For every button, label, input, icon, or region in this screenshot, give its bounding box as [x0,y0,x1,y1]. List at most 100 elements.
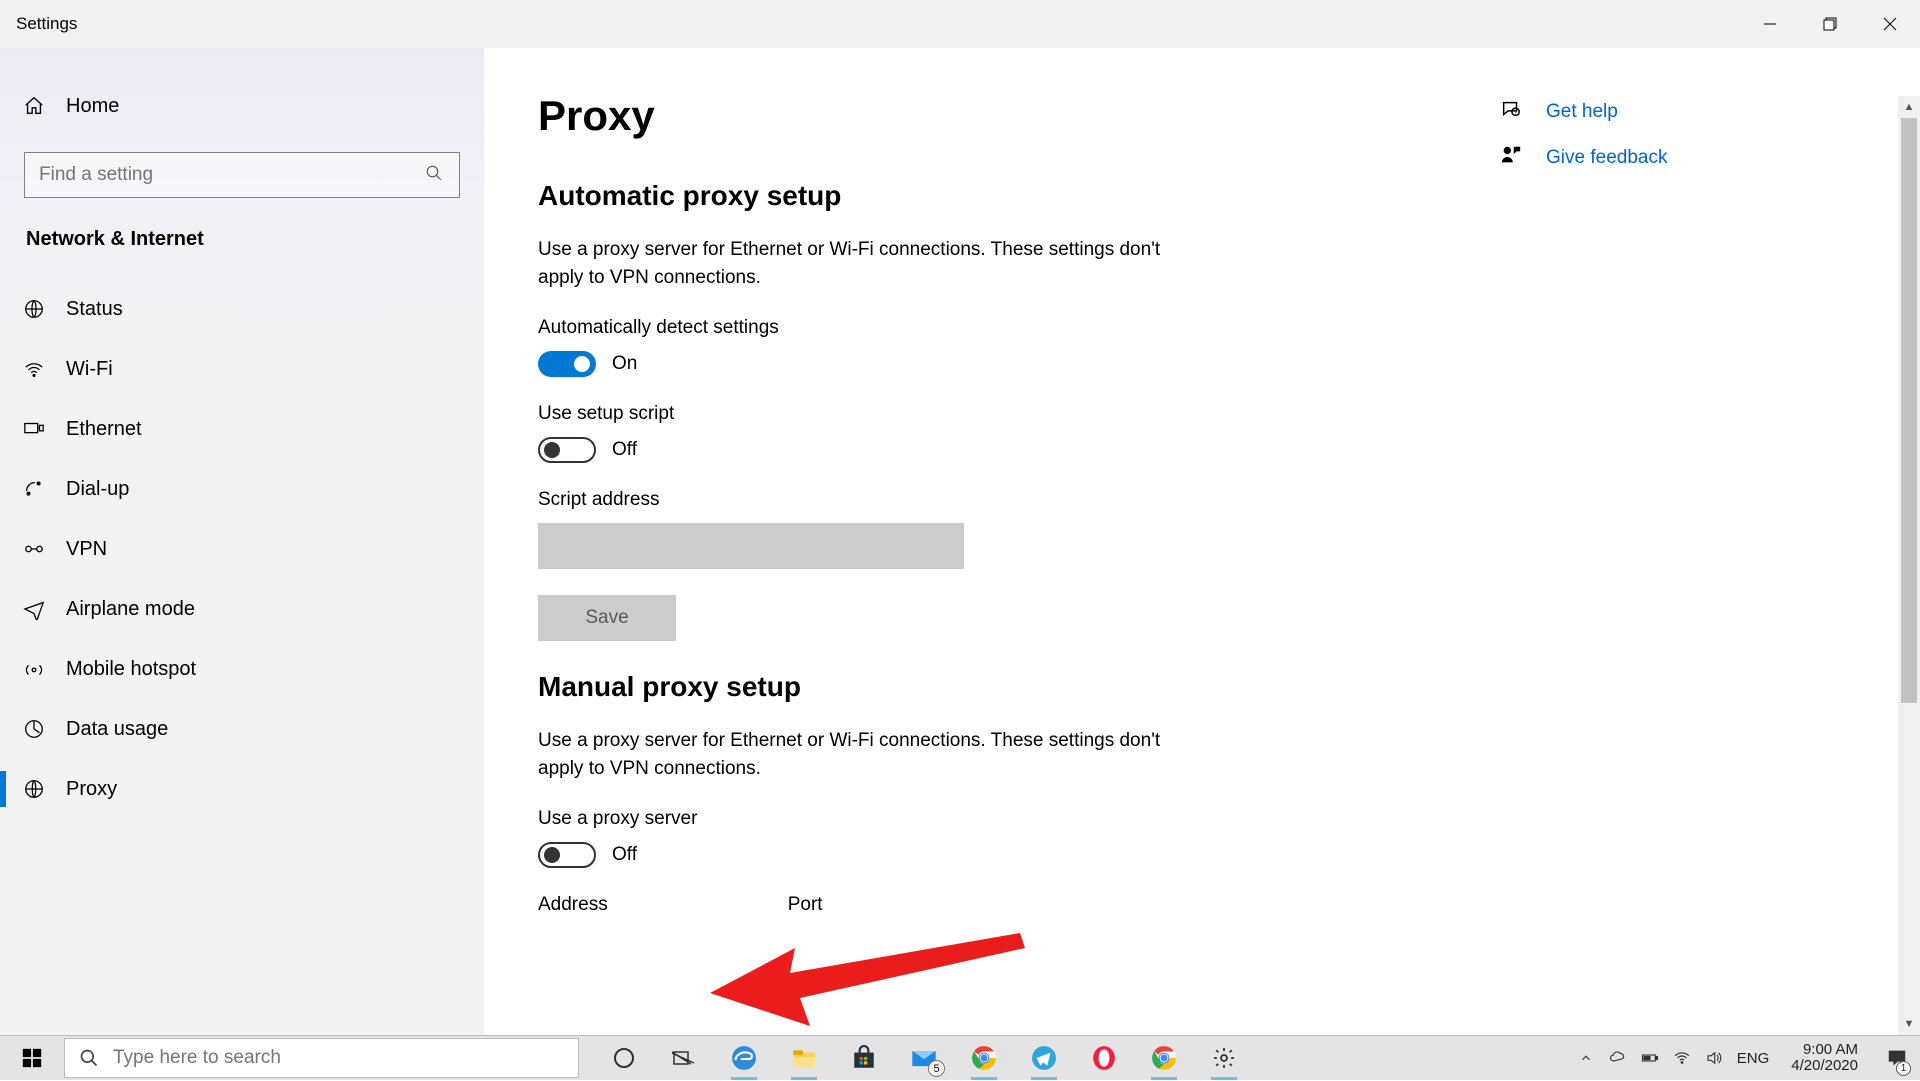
scroll-up-arrow[interactable]: ▲ [1898,96,1920,118]
mail-icon[interactable]: 5 [909,1043,939,1073]
get-help-link[interactable]: ? Get help [1500,98,1920,126]
opera-icon[interactable] [1089,1043,1119,1073]
file-explorer-icon[interactable] [789,1043,819,1073]
clock-date: 4/20/2020 [1791,1058,1858,1075]
clock-time: 9:00 AM [1791,1042,1858,1059]
mail-badge: 5 [928,1060,945,1077]
start-button[interactable] [0,1036,64,1080]
use-script-label: Use setup script [538,403,1440,425]
wifi-icon [22,358,46,380]
proxy-icon [22,778,46,800]
titlebar: Settings [0,0,1920,48]
feedback-icon [1500,144,1524,172]
search-icon [425,164,445,187]
system-tray: ENG 9:00 AM 4/20/2020 1 [1563,1036,1920,1080]
use-proxy-toggle[interactable] [538,842,596,868]
sidebar-item-label: Ethernet [66,418,142,441]
taskbar: 5 ENG 9:00 AM 4/20/2020 1 [0,1035,1920,1080]
chrome2-icon[interactable] [1149,1043,1179,1073]
action-center-icon[interactable]: 1 [1880,1036,1914,1081]
scroll-down-arrow[interactable]: ▼ [1898,1013,1920,1035]
sidebar-item-vpn[interactable]: VPN [22,519,484,579]
use-script-state: Off [612,439,637,461]
give-feedback-link[interactable]: Give feedback [1500,144,1920,172]
vpn-icon [22,538,46,560]
manual-section-desc: Use a proxy server for Ethernet or Wi-Fi… [538,727,1178,782]
sidebar-item-label: Mobile hotspot [66,658,196,681]
sidebar-item-ethernet[interactable]: Ethernet [22,399,484,459]
save-button[interactable]: Save [538,595,676,641]
home-icon [22,95,46,117]
auto-section-title: Automatic proxy setup [538,180,1440,212]
settings-window: Settings Home Network & Internet Status [0,0,1920,1035]
sidebar-item-label: VPN [66,538,107,561]
minimize-button[interactable] [1740,0,1800,48]
manual-section-title: Manual proxy setup [538,671,1440,703]
notification-badge: 1 [1896,1061,1911,1076]
sidebar-item-label: Status [66,298,123,321]
page-title: Proxy [538,92,1440,140]
onedrive-icon[interactable] [1609,1049,1627,1067]
sidebar-item-label: Proxy [66,778,117,801]
sidebar-item-label: Airplane mode [66,598,195,621]
sidebar: Home Network & Internet Status Wi-Fi Eth… [0,48,484,1035]
sidebar-item-datausage[interactable]: Data usage [22,699,484,759]
auto-detect-toggle[interactable] [538,351,596,377]
battery-icon[interactable] [1641,1049,1659,1067]
data-usage-icon [22,718,46,740]
home-nav[interactable]: Home [22,78,484,134]
svg-text:?: ? [1514,110,1518,117]
sidebar-item-dialup[interactable]: Dial-up [22,459,484,519]
address-label: Address [538,894,608,916]
side-panel: ? Get help Give feedback [1500,48,1920,1035]
port-label: Port [788,894,823,916]
wifi-tray-icon[interactable] [1673,1049,1691,1067]
sidebar-item-wifi[interactable]: Wi-Fi [22,339,484,399]
tray-overflow-icon[interactable] [1577,1049,1595,1067]
store-icon[interactable] [849,1043,879,1073]
settings-app-icon[interactable] [1209,1043,1239,1073]
vertical-scrollbar[interactable]: ▲ ▼ [1898,96,1920,1035]
main-content: Proxy Automatic proxy setup Use a proxy … [484,48,1500,1035]
sidebar-section-title: Network & Internet [26,228,484,251]
sidebar-item-hotspot[interactable]: Mobile hotspot [22,639,484,699]
airplane-icon [22,598,46,620]
taskbar-search-field[interactable] [113,1047,564,1069]
auto-detect-state: On [612,353,637,375]
volume-icon[interactable] [1705,1049,1723,1067]
hotspot-icon [22,658,46,680]
language-indicator[interactable]: ENG [1737,1050,1770,1067]
auto-detect-label: Automatically detect settings [538,317,1440,339]
edge-icon[interactable] [729,1043,759,1073]
taskbar-pinned: 5 [579,1036,1269,1080]
cortana-icon[interactable] [609,1043,639,1073]
taskbar-search[interactable] [64,1038,579,1078]
script-address-label: Script address [538,489,1440,511]
use-script-toggle[interactable] [538,437,596,463]
give-feedback-text[interactable]: Give feedback [1546,147,1667,169]
help-chat-icon: ? [1500,98,1524,126]
ethernet-icon [22,418,46,440]
script-address-input[interactable] [538,523,964,569]
close-button[interactable] [1860,0,1920,48]
task-view-icon[interactable] [669,1043,699,1073]
chrome-icon[interactable] [969,1043,999,1073]
sidebar-item-label: Dial-up [66,478,129,501]
window-title: Settings [16,14,77,34]
use-proxy-label: Use a proxy server [538,808,1440,830]
search-field[interactable] [39,164,425,186]
sidebar-item-proxy[interactable]: Proxy [22,759,484,819]
scroll-thumb[interactable] [1901,118,1917,703]
maximize-button[interactable] [1800,0,1860,48]
search-settings-input[interactable] [24,152,460,198]
use-proxy-state: Off [612,844,637,866]
sidebar-item-label: Wi-Fi [66,358,113,381]
globe-icon [22,298,46,320]
sidebar-item-airplane[interactable]: Airplane mode [22,579,484,639]
get-help-text[interactable]: Get help [1546,101,1618,123]
clock[interactable]: 9:00 AM 4/20/2020 [1783,1042,1866,1075]
auto-section-desc: Use a proxy server for Ethernet or Wi-Fi… [538,236,1178,291]
sidebar-item-label: Data usage [66,718,168,741]
telegram-icon[interactable] [1029,1043,1059,1073]
sidebar-item-status[interactable]: Status [22,279,484,339]
